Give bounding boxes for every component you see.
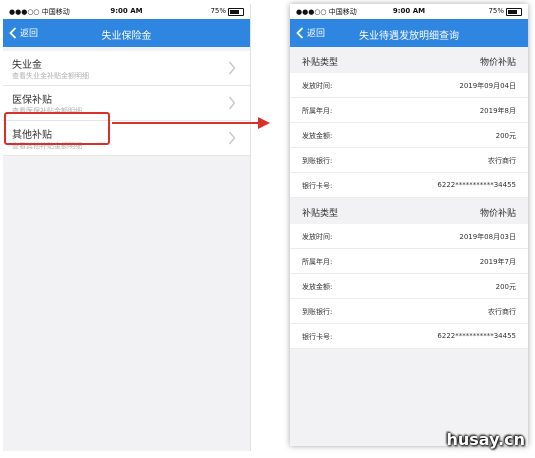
detail-label: 发放金额: — [302, 283, 333, 291]
menu-item-desc: 查看失业金补贴金额明细 — [12, 72, 89, 80]
nav-bar: 返回 失业保险金 — [3, 19, 250, 47]
detail-row: 发放金额: 200元 — [290, 274, 528, 299]
page-title: 失业待遇发放明细查询 — [359, 31, 459, 42]
detail-value: 2019年08月03日 — [459, 233, 516, 241]
record-type-label: 补贴类型 — [302, 58, 339, 68]
record-type-value: 物价补贴 — [479, 209, 516, 219]
battery-icon — [506, 8, 522, 16]
menu-item-name: 失业金 — [12, 60, 42, 71]
detail-label: 发放时间: — [302, 233, 333, 241]
right-phone-screen: ●●●○○ 中国移动 9:00 AM 75% 返回 失业待遇发放明细查询 补贴类… — [290, 4, 528, 446]
battery-icon — [228, 8, 244, 16]
page-title: 失业保险金 — [101, 31, 152, 42]
chevron-right-icon — [228, 61, 236, 75]
detail-row: 所属年月: 2019年7月 — [290, 249, 528, 274]
arrow-right-icon — [112, 117, 270, 129]
chevron-right-icon — [228, 96, 236, 110]
detail-value: 2019年7月 — [479, 258, 516, 266]
detail-label: 发放金额: — [302, 132, 333, 140]
detail-value: 200元 — [495, 132, 516, 140]
record-header: 补贴类型 物价补贴 — [290, 198, 528, 224]
detail-value: 农行商行 — [488, 308, 516, 316]
left-phone-screen: ●●●○○ 中国移动 9:00 AM 75% 返回 失业保险金 失业金 查看失业… — [3, 4, 251, 451]
detail-row: 发放时间: 2019年09月04日 — [290, 73, 528, 98]
detail-row: 银行卡号: 6222***********34455 — [290, 173, 528, 198]
detail-value: 农行商行 — [488, 157, 516, 165]
nav-bar: 返回 失业待遇发放明细查询 — [290, 19, 528, 47]
detail-label: 到账银行: — [302, 308, 333, 316]
detail-row: 发放时间: 2019年08月03日 — [290, 224, 528, 249]
detail-row: 到账银行: 农行商行 — [290, 148, 528, 173]
detail-value: 6222***********34455 — [437, 332, 516, 340]
chevron-right-icon — [228, 131, 236, 145]
detail-label: 发放时间: — [302, 82, 333, 90]
status-bar: ●●●○○ 中国移动 9:00 AM 75% — [290, 4, 528, 19]
detail-value: 6222***********34455 — [437, 181, 516, 189]
detail-label: 所属年月: — [302, 107, 333, 115]
record-type-label: 补贴类型 — [302, 209, 339, 219]
detail-row: 所属年月: 2019年8月 — [290, 98, 528, 123]
record-type-value: 物价补贴 — [479, 58, 516, 68]
detail-label: 到账银行: — [302, 157, 333, 165]
detail-value: 2019年8月 — [479, 107, 516, 115]
highlight-box — [4, 112, 110, 145]
detail-label: 银行卡号: — [302, 333, 333, 341]
record-header: 补贴类型 物价补贴 — [290, 47, 528, 73]
battery-percent: 75% — [210, 7, 226, 15]
detail-row: 银行卡号: 6222***********34455 — [290, 324, 528, 349]
status-bar: ●●●○○ 中国移动 9:00 AM 75% — [3, 4, 250, 19]
watermark-text: husay.cn — [446, 430, 525, 449]
detail-row: 到账银行: 农行商行 — [290, 299, 528, 324]
detail-value: 200元 — [495, 283, 516, 291]
battery-percent: 75% — [488, 7, 504, 15]
menu-item-name: 医保补贴 — [12, 95, 52, 106]
detail-label: 所属年月: — [302, 258, 333, 266]
detail-value: 2019年09月04日 — [459, 82, 516, 90]
detail-label: 银行卡号: — [302, 182, 333, 190]
detail-row: 发放金额: 200元 — [290, 123, 528, 148]
menu-item-unemployment[interactable]: 失业金 查看失业金补贴金额明细 — [3, 51, 250, 86]
